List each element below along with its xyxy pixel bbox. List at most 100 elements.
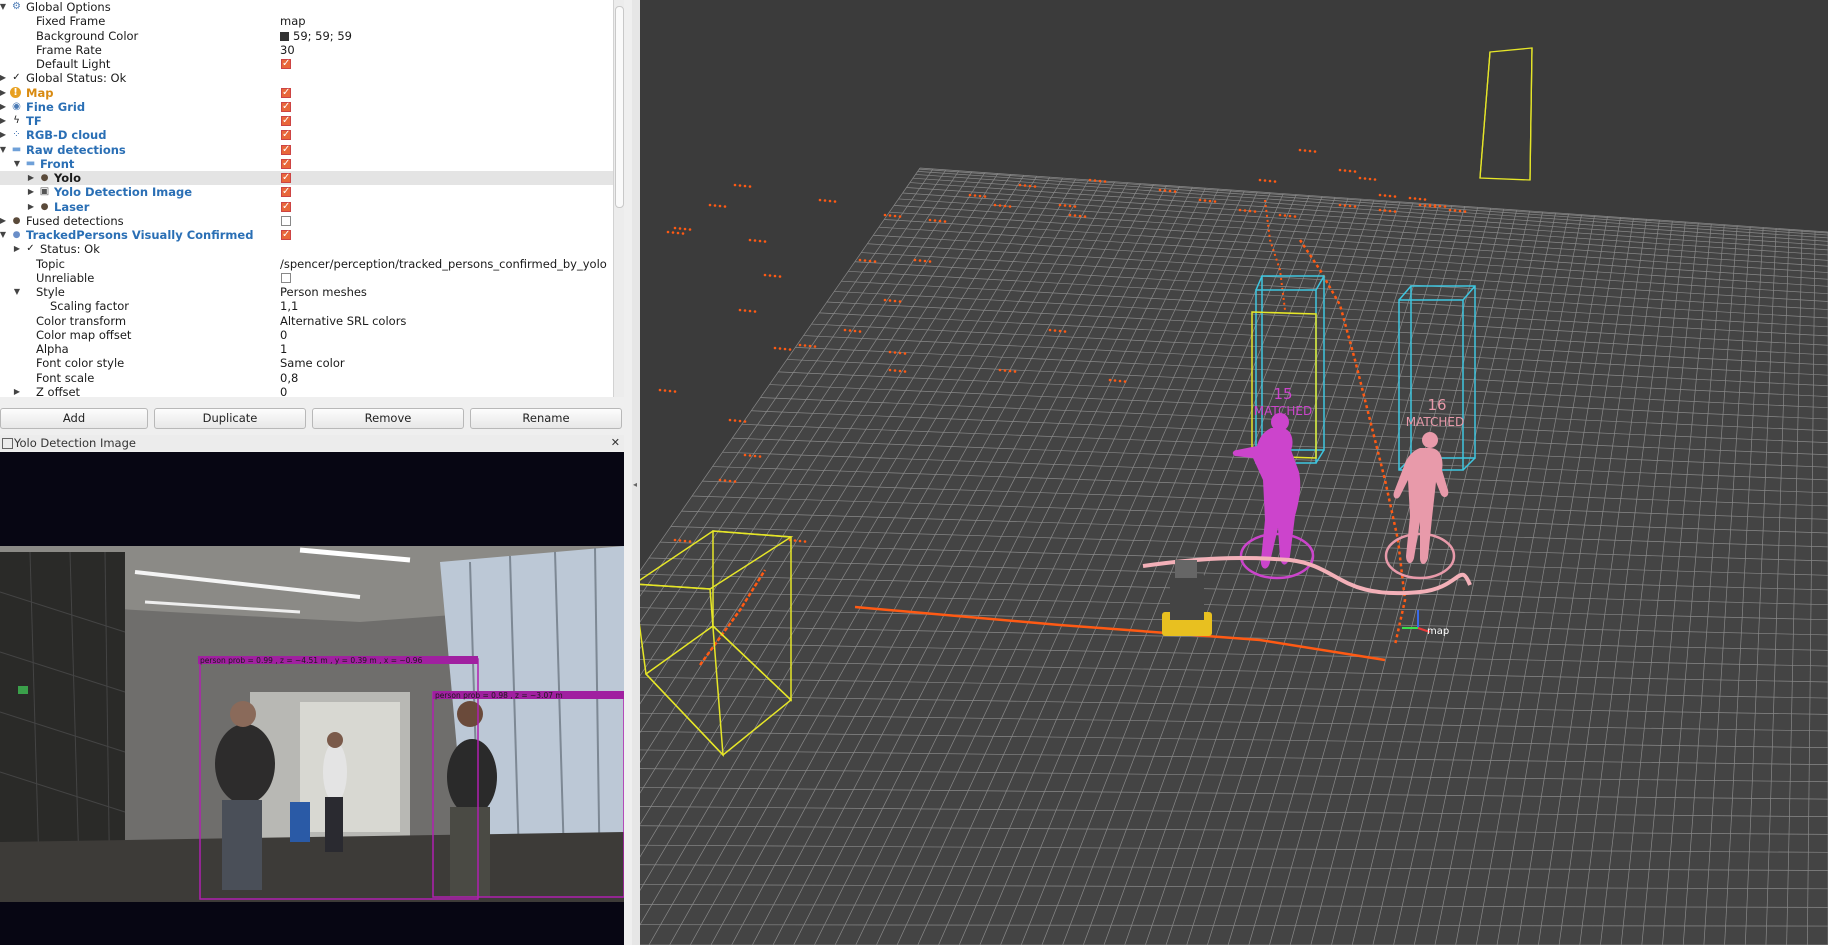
tree-row-value[interactable]: 30: [280, 43, 295, 57]
tree-row[interactable]: ▼ Style Person meshes: [0, 285, 615, 299]
tree-row[interactable]: Default Light: [0, 57, 615, 71]
enable-checkbox[interactable]: [281, 200, 291, 214]
enable-checkbox[interactable]: [281, 215, 291, 226]
tree-row[interactable]: Topic/spencer/perception/tracked_persons…: [0, 257, 615, 271]
tree-row[interactable]: Fixed Frame map: [0, 14, 615, 28]
collapse-arrow-icon[interactable]: ▶: [0, 128, 8, 142]
tree-row[interactable]: ▶! Map: [0, 86, 615, 100]
tree-row-value-text: Alternative SRL colors: [280, 313, 407, 328]
tree-row-label: Unreliable: [36, 270, 95, 285]
tree-row-value[interactable]: 1,1: [280, 299, 298, 313]
tree-row[interactable]: ▶ ▣ Yolo Detection Image: [0, 185, 615, 200]
tree-row[interactable]: ▶ ● Yolo: [0, 171, 615, 186]
tree-row[interactable]: ▶ Z offset 0: [0, 385, 615, 397]
expand-arrow-icon[interactable]: ▼: [0, 143, 8, 157]
folder-icon: ▬: [25, 157, 36, 169]
rename-button[interactable]: Rename: [470, 408, 622, 429]
collapse-arrow-icon[interactable]: ▶: [0, 86, 8, 100]
tree-row-value[interactable]: Same color: [280, 356, 345, 370]
collapse-arrow-icon[interactable]: ▶: [0, 214, 8, 228]
enable-checkbox[interactable]: [281, 57, 291, 71]
collapse-arrow-icon[interactable]: ▶: [12, 242, 22, 256]
tree-row[interactable]: ▼ ⚙ Global Options: [0, 0, 615, 14]
tree-row-label: Color transform: [36, 313, 127, 328]
tree-row[interactable]: ▶ ● Laser: [0, 200, 615, 214]
tree-row[interactable]: ▶ ◉ Fine Grid: [0, 100, 615, 114]
tree-row-label: Map: [26, 85, 54, 100]
tree-row[interactable]: Color transform Alternative SRL colors: [0, 314, 615, 328]
tree-row-label: Yolo Detection Image: [54, 185, 193, 200]
tree-row-value[interactable]: map: [280, 14, 306, 28]
tree-row[interactable]: ▼ ▬ Raw detections: [0, 143, 615, 157]
splitter-handle[interactable]: ◂: [632, 0, 640, 945]
yolo-detection-image: person prob = 0.99 , z = ~4.51 m , y = 0…: [0, 452, 624, 945]
tree-row[interactable]: Color map offset 0: [0, 328, 615, 342]
tree-row[interactable]: Background Color 59; 59; 59: [0, 29, 615, 43]
remove-button[interactable]: Remove: [312, 408, 464, 429]
tree-row-value[interactable]: Person meshes: [280, 285, 367, 299]
close-icon[interactable]: ✕: [611, 435, 620, 451]
enable-checkbox[interactable]: [281, 100, 291, 114]
tree-row[interactable]: ▶ ⁘ RGB-D cloud: [0, 128, 615, 143]
enable-checkbox[interactable]: [281, 185, 291, 200]
duplicate-button[interactable]: Duplicate: [154, 408, 306, 429]
tree-row-value[interactable]: 0: [280, 328, 287, 342]
tf-icon: ϟ: [13, 115, 20, 126]
tree-row-value-text: 30: [280, 42, 295, 57]
tree-row[interactable]: ▼ ▬ Front: [0, 157, 615, 171]
expand-arrow-icon[interactable]: ▼: [12, 157, 22, 171]
tree-row-value[interactable]: 0: [280, 385, 287, 397]
tree-row[interactable]: Scaling factor 1,1: [0, 299, 615, 313]
tree-row-value-text: Same color: [280, 356, 345, 371]
enable-checkbox[interactable]: [281, 157, 291, 171]
enable-checkbox[interactable]: [281, 272, 291, 283]
collapse-arrow-icon[interactable]: ▶: [0, 100, 8, 114]
collapse-arrow-icon[interactable]: ▶: [26, 185, 36, 199]
tree-row-label: Laser: [54, 199, 90, 214]
enable-checkbox[interactable]: [281, 114, 291, 128]
add-button[interactable]: Add: [0, 408, 148, 429]
tree-row-value[interactable]: Alternative SRL colors: [280, 314, 406, 328]
tree-row[interactable]: Font color style Same color: [0, 356, 615, 370]
display-tree[interactable]: ▼ ⚙ Global Options Fixed Frame map Background…: [0, 0, 615, 397]
expand-arrow-icon[interactable]: ▼: [12, 285, 22, 299]
tree-row[interactable]: ▶ ✓ Global Status: Ok: [0, 71, 615, 85]
tree-row-value[interactable]: 1: [280, 342, 287, 356]
expand-arrow-icon[interactable]: ▼: [0, 0, 8, 14]
tree-row[interactable]: ▼ ● TrackedPersons Visually Confirmed: [0, 228, 615, 242]
collapse-arrow-icon[interactable]: ▶: [26, 171, 36, 185]
tree-row-label: Fused detections: [26, 213, 124, 228]
tree-row-value[interactable]: 59; 59; 59: [280, 29, 352, 43]
tree-row-label: Scaling factor: [50, 299, 129, 314]
tree-row-label: Status: Ok: [40, 242, 100, 257]
tree-row[interactable]: Font scale 0,8: [0, 371, 615, 385]
collapse-arrow-icon[interactable]: ▶: [12, 385, 22, 397]
enable-checkbox[interactable]: [281, 128, 291, 143]
tree-row-value[interactable]: /spencer/perception/tracked_persons_conf…: [280, 257, 607, 271]
tree-row-label: Topic: [36, 256, 65, 271]
enable-checkbox[interactable]: [281, 143, 291, 157]
scrollbar-thumb[interactable]: [615, 6, 624, 208]
enable-checkbox[interactable]: [281, 86, 291, 100]
tree-row-value[interactable]: 0,8: [280, 371, 298, 385]
panel-icon: [2, 438, 13, 449]
tree-row[interactable]: Unreliable: [0, 271, 615, 285]
color-swatch[interactable]: [280, 31, 289, 41]
collapse-arrow-icon[interactable]: ▶: [0, 114, 8, 128]
checkmark-icon: ✓: [26, 243, 35, 255]
enable-checkbox[interactable]: [281, 228, 291, 242]
tree-row-label: RGB-D cloud: [26, 128, 107, 143]
collapse-arrow-icon[interactable]: ▶: [0, 71, 8, 85]
tree-row[interactable]: ▶ ϟ TF: [0, 114, 615, 128]
tree-row[interactable]: Alpha 1: [0, 342, 615, 356]
tree-scrollbar[interactable]: [613, 0, 624, 397]
tree-row[interactable]: ▶ ✓ Status: Ok: [0, 242, 615, 256]
tree-row[interactable]: Frame Rate 30: [0, 43, 615, 57]
detection-label: person prob = 0.98 , z = ~3.07 m: [435, 691, 563, 700]
tree-row[interactable]: ▶ ● Fused detections: [0, 214, 615, 228]
expand-arrow-icon[interactable]: ▼: [0, 228, 8, 242]
enable-checkbox[interactable]: [281, 171, 291, 185]
grid-icon: ◉: [12, 100, 21, 112]
collapse-arrow-icon[interactable]: ▶: [26, 200, 36, 214]
3d-viewport[interactable]: 15 MATCHED 16 MATCHED map: [640, 0, 1828, 945]
